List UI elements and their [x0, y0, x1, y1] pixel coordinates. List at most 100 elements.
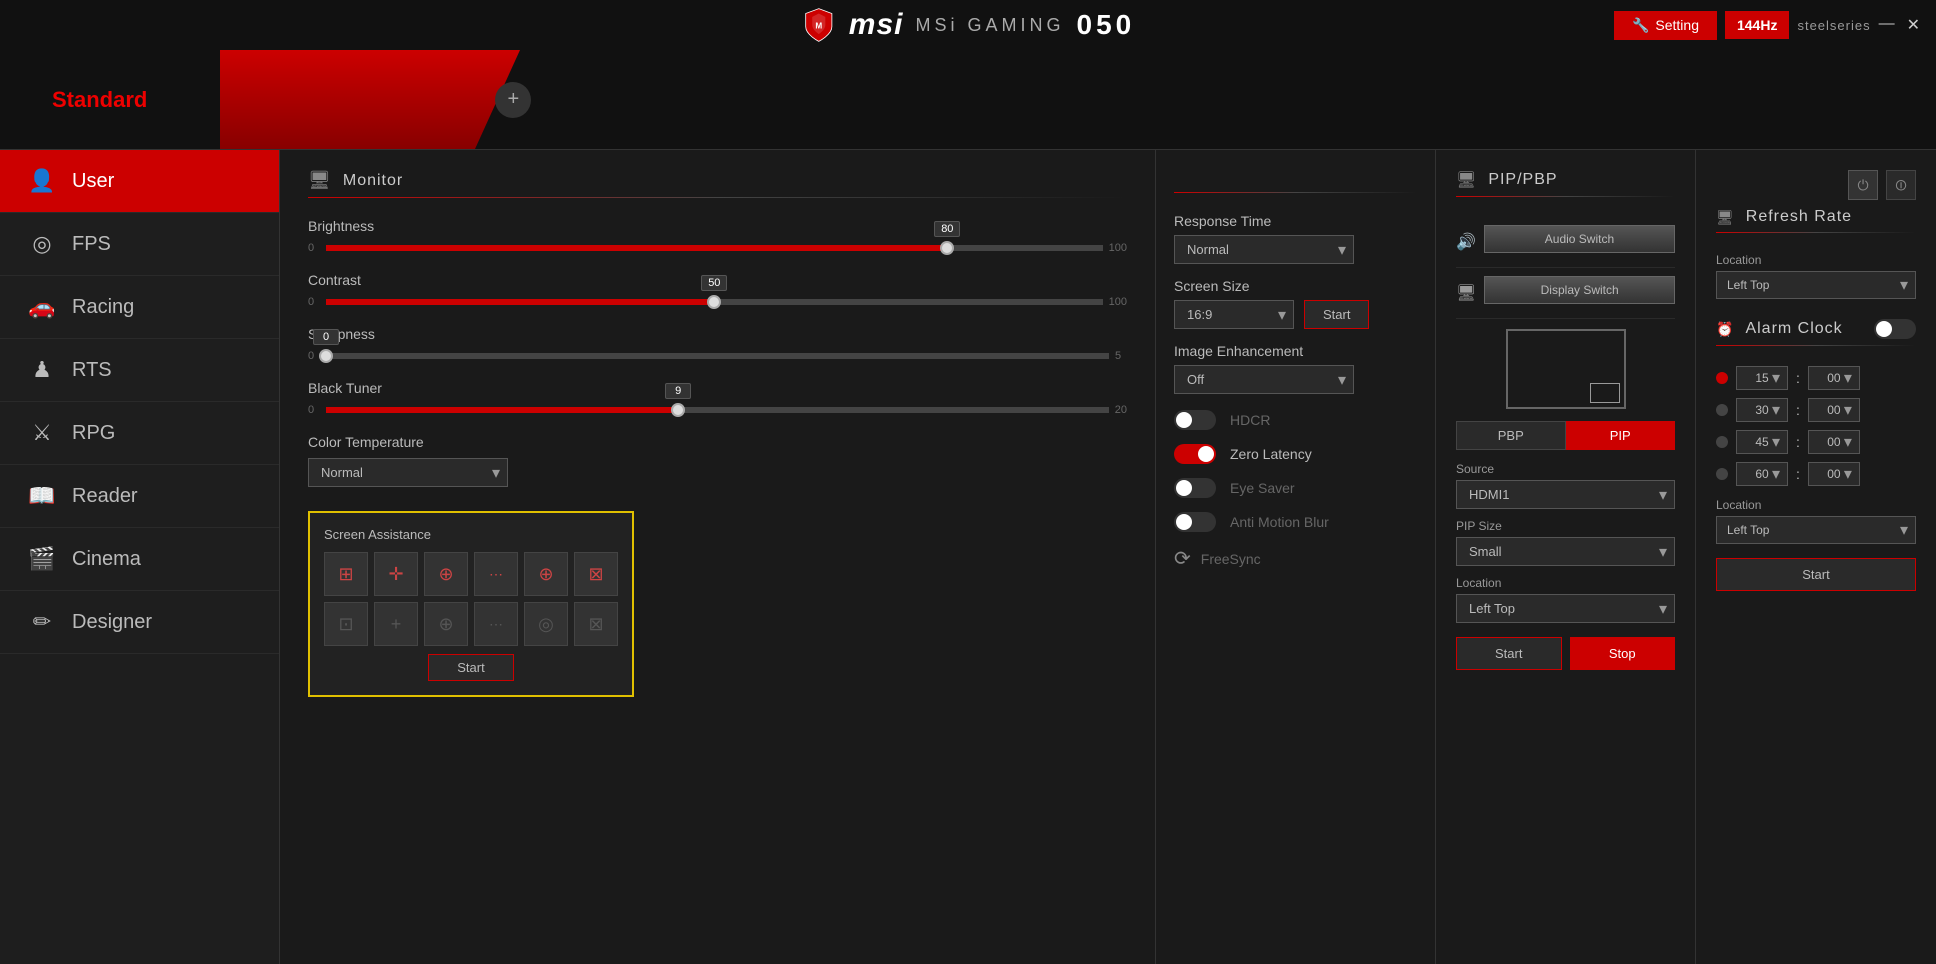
rts-icon: ♟ — [28, 357, 56, 383]
alarm-location-select[interactable]: Left Top Right Top Left Bottom Right Bot… — [1716, 516, 1916, 544]
black-tuner-group: Black Tuner 0 9 20 — [308, 380, 1127, 416]
black-tuner-label: Black Tuner — [308, 380, 1127, 396]
brightness-label: Brightness — [308, 218, 1127, 234]
sa-icon-1[interactable]: ⊞ — [324, 552, 368, 596]
alarm-mins-3-wrapper: 00153045 — [1808, 430, 1860, 454]
anti-motion-blur-toggle[interactable] — [1174, 512, 1216, 532]
alarm-mins-1-wrapper: 00153045 — [1808, 366, 1860, 390]
sharpness-group: Sharpness 0 0 5 — [308, 326, 1127, 362]
alarm-mins-2-wrapper: 00153045 — [1808, 398, 1860, 422]
brightness-slider-row: 0 80 100 — [308, 242, 1127, 254]
screen-size-select[interactable]: 16:9 4:3 1:1 Auto — [1174, 300, 1294, 329]
source-wrapper: HDMI1 HDMI2 DP1 DP2 — [1456, 480, 1675, 509]
zero-latency-label: Zero Latency — [1230, 446, 1312, 462]
pbp-tab[interactable]: PBP — [1456, 421, 1566, 450]
alarm-mins-2-select[interactable]: 00153045 — [1808, 398, 1860, 422]
pip-start-button[interactable]: Start — [1456, 637, 1562, 670]
alarm-hours-3-select[interactable]: 45153060 — [1736, 430, 1788, 454]
alarm-mins-4-select[interactable]: 00153045 — [1808, 462, 1860, 486]
sidebar-item-rpg[interactable]: ⚔ RPG — [0, 402, 279, 465]
contrast-min: 0 — [308, 296, 320, 308]
tab-standard[interactable]: Standard — [32, 87, 167, 113]
sidebar-item-cinema[interactable]: 🎬 Cinema — [0, 528, 279, 591]
tab-add-button[interactable]: + — [495, 82, 531, 118]
source-select[interactable]: HDMI1 HDMI2 DP1 DP2 — [1456, 480, 1675, 509]
alarm-clock-title: Alarm Clock — [1745, 320, 1842, 338]
sidebar-label-racing: Racing — [72, 296, 134, 319]
zero-latency-toggle[interactable] — [1174, 444, 1216, 464]
contrast-slider[interactable]: 50 — [326, 299, 1103, 305]
refresh-divider — [1716, 232, 1916, 233]
alarm-location-wrapper: Left Top Right Top Left Bottom Right Bot… — [1716, 516, 1916, 544]
sidebar-item-user[interactable]: 👤 User — [0, 150, 279, 213]
pip-location-select[interactable]: Left Top Right Top Left Bottom Right Bot… — [1456, 594, 1675, 623]
steelseries-label: steelseries — [1797, 18, 1870, 33]
refresh-rate-header: 🖥 Refresh Rate — [1716, 208, 1916, 226]
setting-button[interactable]: 🔧 Setting — [1614, 11, 1717, 40]
screen-assistance-panel: Screen Assistance ⊞ ✛ ⊕ ⋯ ⊕ ⊠ ⊡ + ⊕ ⋯ ◎ … — [308, 511, 634, 697]
alarm-hours-1-select[interactable]: 15304560 — [1736, 366, 1788, 390]
sa-icon-8[interactable]: + — [374, 602, 418, 646]
sa-icon-12[interactable]: ⊠ — [574, 602, 618, 646]
display-switch-button[interactable]: Display Switch — [1484, 276, 1675, 304]
sharpness-slider[interactable]: 0 — [326, 353, 1109, 359]
sa-icon-9[interactable]: ⊕ — [424, 602, 468, 646]
pip-size-select[interactable]: Small Medium Large — [1456, 537, 1675, 566]
response-time-select[interactable]: Normal Fast Fastest — [1174, 235, 1354, 264]
sa-icon-3[interactable]: ⊕ — [424, 552, 468, 596]
audio-switch-button[interactable]: Audio Switch — [1484, 225, 1675, 253]
alarm-colon-3: : — [1796, 434, 1800, 450]
response-divider — [1174, 192, 1417, 193]
pip-icon: 🖥 — [1456, 170, 1476, 190]
power-on-button[interactable]: ⏻ — [1848, 170, 1878, 200]
eye-saver-label: Eye Saver — [1230, 480, 1295, 496]
color-temp-select[interactable]: Normal Warm Cool User — [308, 458, 508, 487]
racing-icon: 🚗 — [28, 294, 56, 320]
fps-icon: ◎ — [28, 231, 56, 257]
sa-icon-5[interactable]: ⊕ — [524, 552, 568, 596]
sa-icon-7[interactable]: ⊡ — [324, 602, 368, 646]
sa-icon-4[interactable]: ⋯ — [474, 552, 518, 596]
sidebar-item-designer[interactable]: ✏ Designer — [0, 591, 279, 654]
sidebar: 👤 User ◎ FPS 🚗 Racing ♟ RTS ⚔ RPG 📖 Read… — [0, 150, 280, 964]
eye-saver-toggle[interactable] — [1174, 478, 1216, 498]
image-enhancement-select[interactable]: Off Weak Medium Strong Strongest — [1174, 365, 1354, 394]
sa-icon-11[interactable]: ◎ — [524, 602, 568, 646]
minimize-button[interactable]: — — [1879, 15, 1895, 35]
power-off-button[interactable]: ⏼ — [1886, 170, 1916, 200]
sidebar-item-reader[interactable]: 📖 Reader — [0, 465, 279, 528]
refresh-location-select[interactable]: Left Top Right Top Left Bottom Right Bot… — [1716, 271, 1916, 299]
anti-motion-blur-label: Anti Motion Blur — [1230, 514, 1329, 530]
power-icons-row: ⏻ ⏼ — [1716, 170, 1916, 200]
audio-icon: 🔊 — [1456, 232, 1476, 252]
pip-stop-button[interactable]: Stop — [1570, 637, 1676, 670]
sa-icon-10[interactable]: ⋯ — [474, 602, 518, 646]
main-layout: 👤 User ◎ FPS 🚗 Racing ♟ RTS ⚔ RPG 📖 Read… — [0, 150, 1936, 964]
alarm-location-label: Location — [1716, 498, 1916, 512]
alarm-mins-1-select[interactable]: 00153045 — [1808, 366, 1860, 390]
alarm-hours-4-select[interactable]: 60153045 — [1736, 462, 1788, 486]
alarm-hours-1-wrapper: 15304560 — [1736, 366, 1788, 390]
sharpness-slider-row: 0 0 5 — [308, 350, 1127, 362]
sa-icon-6[interactable]: ⊠ — [574, 552, 618, 596]
msi-shield-icon: M — [801, 7, 837, 43]
refresh-rate-title: Refresh Rate — [1746, 208, 1852, 226]
sa-icon-2[interactable]: ✛ — [374, 552, 418, 596]
brightness-slider[interactable]: 80 — [326, 245, 1103, 251]
alarm-hours-2-select[interactable]: 30154560 — [1736, 398, 1788, 422]
sidebar-item-racing[interactable]: 🚗 Racing — [0, 276, 279, 339]
pip-tab[interactable]: PIP — [1566, 421, 1676, 450]
sidebar-item-fps[interactable]: ◎ FPS — [0, 213, 279, 276]
alarm-clock-toggle[interactable] — [1874, 319, 1916, 339]
close-button[interactable]: ✕ — [1907, 15, 1920, 35]
black-tuner-slider[interactable]: 9 — [326, 407, 1109, 413]
screen-assistance-start-button[interactable]: Start — [428, 654, 513, 681]
sidebar-item-rts[interactable]: ♟ RTS — [0, 339, 279, 402]
hdcr-toggle[interactable] — [1174, 410, 1216, 430]
alarm-row-3: 45153060 : 00153045 — [1716, 430, 1916, 454]
alarm-row-1: 15304560 : 00153045 — [1716, 366, 1916, 390]
screen-size-start-button[interactable]: Start — [1304, 300, 1369, 329]
alarm-mins-3-select[interactable]: 00153045 — [1808, 430, 1860, 454]
alarm-start-button[interactable]: Start — [1716, 558, 1916, 591]
pip-section: 🖥 PIP/PBP 🔊 Audio Switch 🖥 Display Switc… — [1436, 150, 1696, 964]
